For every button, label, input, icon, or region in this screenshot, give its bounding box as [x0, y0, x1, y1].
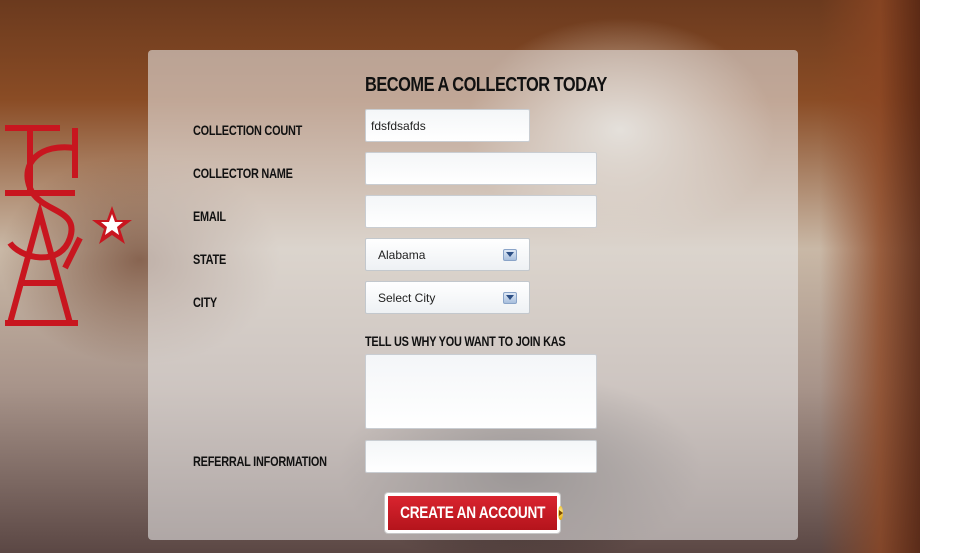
state-select-value: Alabama [378, 247, 426, 262]
collector-name-label: COLLECTOR NAME [193, 165, 293, 181]
chevron-down-icon[interactable] [503, 291, 517, 304]
referral-input[interactable] [365, 440, 597, 473]
email-label: EMAIL [193, 208, 226, 224]
referral-label: REFERRAL INFORMATION [193, 453, 327, 469]
create-account-button[interactable]: CREATE AN ACCOUNT [385, 493, 563, 533]
background-wood-panel [820, 0, 920, 553]
city-select[interactable]: Select City [365, 281, 530, 314]
why-join-textarea[interactable] [365, 354, 597, 429]
collector-name-input[interactable] [365, 152, 597, 185]
email-input[interactable] [365, 195, 597, 228]
collection-count-label: COLLECTION COUNT [193, 122, 303, 138]
page-margin [920, 0, 976, 553]
chevron-down-icon[interactable] [503, 248, 517, 261]
collection-count-input[interactable] [365, 109, 530, 142]
state-label: STATE [193, 251, 227, 267]
create-account-label: CREATE AN ACCOUNT [400, 503, 546, 522]
state-select[interactable]: Alabama [365, 238, 530, 271]
why-join-label: TELL US WHY YOU WANT TO JOIN KAS [365, 333, 566, 349]
city-select-value: Select City [378, 290, 436, 305]
form-title: BECOME A COLLECTOR TODAY [365, 74, 607, 96]
arrow-right-circle-icon [557, 506, 563, 520]
kas-logo [5, 125, 132, 326]
city-label: CITY [193, 294, 217, 310]
